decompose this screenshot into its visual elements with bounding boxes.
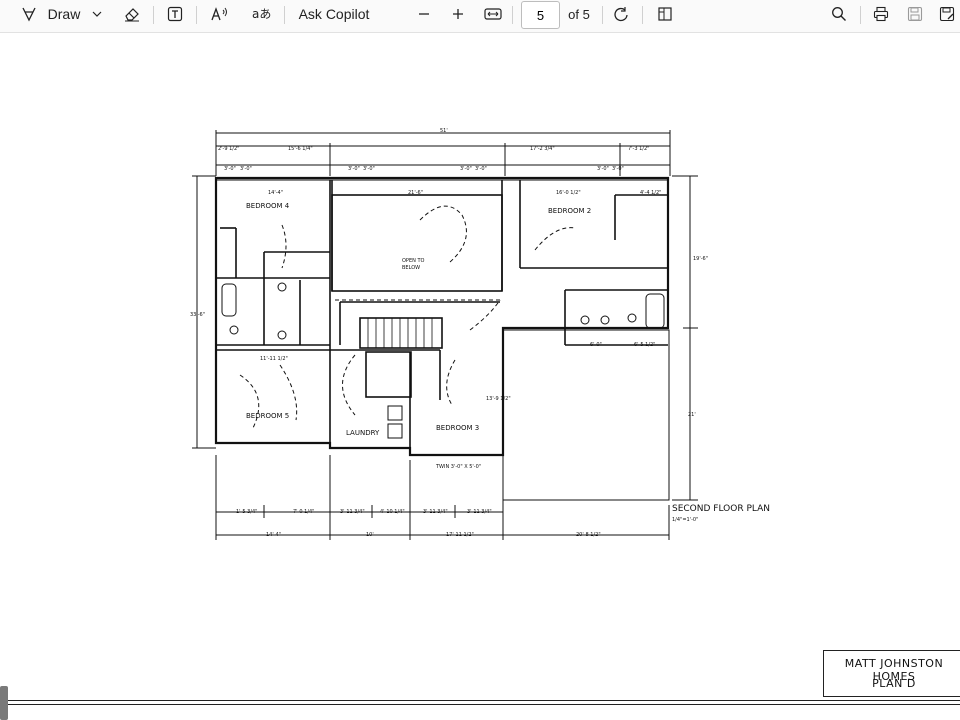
plan-name: PLAN D (872, 677, 916, 690)
top-small-8: 3'-0" (612, 166, 624, 172)
plan-caption: SECOND FLOOR PLAN (672, 504, 770, 514)
inner-dim-2: 21'-6" (408, 190, 423, 196)
page-bottom-rule (0, 700, 960, 701)
bottom-dim-4: 4'-10 1/4" (380, 509, 405, 515)
bottom-dim-6: 3'-11 3/4" (467, 509, 492, 515)
top-small-1: 3'-0" (224, 166, 236, 172)
bottom-dim-8: 10' (366, 532, 374, 538)
inner-dim-5: 11'-11 1/2" (260, 356, 288, 362)
inner-dim-8: 6'-5 1/2" (634, 342, 655, 348)
top-small-2: 3'-0" (240, 166, 252, 172)
top-small-4: 3'-0" (363, 166, 375, 172)
right-dim-1: 19'-6" (693, 256, 708, 262)
top-small-7: 3'-0" (597, 166, 609, 172)
bottom-dim-1: 1'-5 3/4" (236, 509, 257, 515)
room-bedroom-5: BEDROOM 5 (246, 412, 289, 420)
right-dim-2: 21' (688, 412, 696, 418)
room-bedroom-2: BEDROOM 2 (548, 207, 591, 215)
top-small-3: 3'-0" (348, 166, 360, 172)
room-laundry: LAUNDRY (346, 429, 380, 437)
page-bottom-rule-2 (0, 704, 960, 705)
bottom-dim-10: 20'-8 1/2" (576, 532, 601, 538)
inner-dim-6: 13'-9 1/2" (486, 396, 511, 402)
top-dim-2: 15'-6 1/4" (288, 146, 313, 152)
inner-dim-9: TWIN 3'-0" X 5'-0" (435, 464, 481, 470)
room-bedroom-4: BEDROOM 4 (246, 202, 290, 210)
inner-dim-7: 6'-0" (590, 342, 602, 348)
open-to-below-line1: OPEN TO (402, 258, 424, 264)
bottom-dim-9: 17'-11 1/2" (446, 532, 474, 538)
scrollbar-thumb[interactable] (0, 686, 8, 720)
inner-dim-1: 14'-4" (268, 190, 283, 196)
bottom-dim-2: 7'-0 1/4" (293, 509, 314, 515)
top-small-5: 3'-0" (460, 166, 472, 172)
bottom-dim-5: 3'-11 3/4" (423, 509, 448, 515)
top-dim-4: 7'-3 1/2" (628, 146, 649, 152)
inner-dim-3: 16'-0 1/2" (556, 190, 581, 196)
left-dim: 33'-6" (190, 312, 205, 318)
top-dim-1: 2'-9 1/2" (218, 146, 239, 152)
plan-scale: 1/4"=1'-0" (672, 517, 698, 523)
inner-dim-4: 4'-4 1/2" (640, 190, 661, 196)
bottom-dim-3: 3'-11 3/4" (340, 509, 365, 515)
bottom-dim-7: 14'-4" (266, 532, 281, 538)
floor-plan-drawing: 51' 2'-9 1/2" 15'-6 1/4" 17'-2 3/4" 7'-3… (190, 128, 770, 540)
top-small-6: 3'-0" (475, 166, 487, 172)
overall-width-dim: 51' (440, 128, 448, 134)
room-bedroom-3: BEDROOM 3 (436, 424, 479, 432)
open-to-below-line2: BELOW (402, 265, 420, 271)
title-block: MATT JOHNSTON HOMES PLAN D (823, 650, 960, 697)
top-dim-3: 17'-2 3/4" (530, 146, 555, 152)
